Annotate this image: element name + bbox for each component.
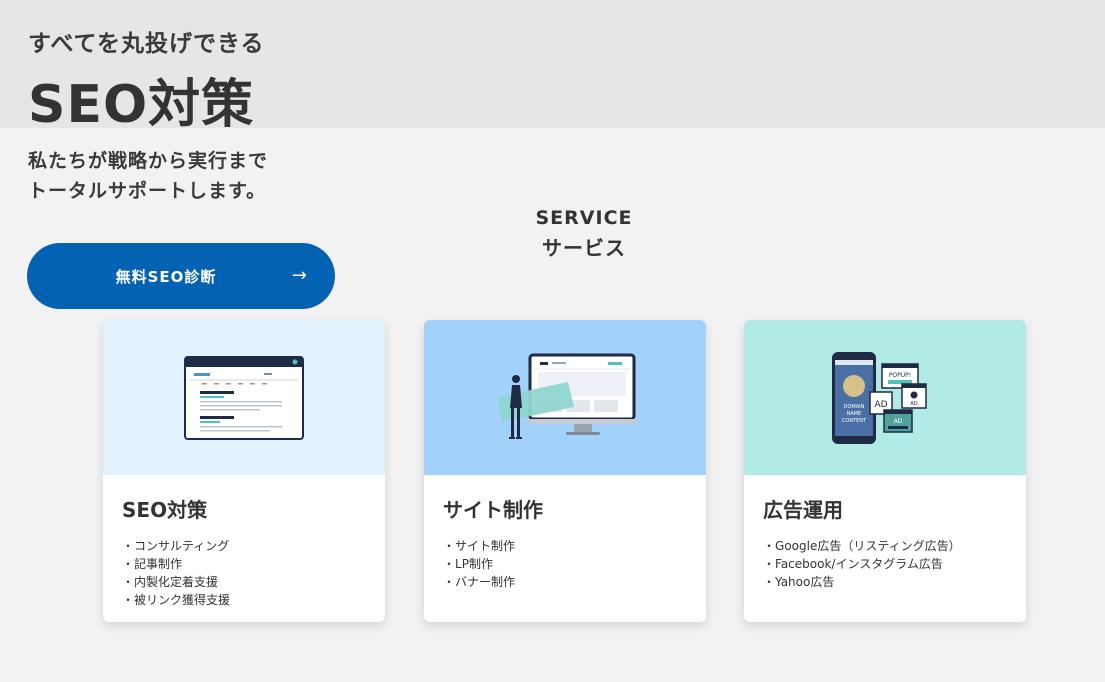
seo-illustration <box>103 320 385 475</box>
card-title: サイト制作 <box>443 498 543 522</box>
list-item: Facebook/インスタグラム広告 <box>763 555 1007 573</box>
service-card-advertising[interactable]: DOMAIN NAME CONTENT POPUP! AD AD AD 広告運用… <box>744 320 1026 622</box>
section-title-en: SERVICE <box>535 207 633 229</box>
phone-text-name: NAME <box>847 411 862 417</box>
service-card-seo[interactable]: SEO対策 コンサルティング 記事制作 内製化定着支援 被リンク獲得支援 <box>103 320 385 622</box>
list-item: 記事制作 <box>122 555 366 573</box>
service-list: Google広告（リスティング広告） Facebook/インスタグラム広告 Ya… <box>763 537 1007 591</box>
service-section-heading: SERVICE サービス <box>0 205 1105 265</box>
card-title: 広告運用 <box>763 498 843 522</box>
section-title-ja: サービス <box>542 236 626 260</box>
ad-label-green: AD <box>894 418 903 425</box>
phone-text-domain: DOMAIN <box>844 404 865 410</box>
cta-label: 無料SEO診断 <box>115 267 217 286</box>
phone-with-ads-icon: DOMAIN NAME CONTENT POPUP! AD AD AD <box>832 351 927 444</box>
hero-eyebrow: すべてを丸投げできる <box>28 31 265 57</box>
service-card-site-production[interactable]: サイト制作 サイト制作 LP制作 バナー制作 <box>424 320 706 622</box>
ad-label-box: AD <box>874 400 887 410</box>
site-production-illustration <box>424 320 706 475</box>
list-item: バナー制作 <box>443 573 687 591</box>
list-item: Yahoo広告 <box>763 573 1007 591</box>
hero-title: SEO対策 <box>28 75 255 135</box>
hero-lead-line-2: トータルサポートします。 <box>28 180 267 202</box>
advertising-illustration: DOMAIN NAME CONTENT POPUP! AD AD AD <box>744 320 1026 475</box>
list-item: サイト制作 <box>443 537 687 555</box>
service-list: コンサルティング 記事制作 内製化定着支援 被リンク獲得支援 <box>122 537 366 609</box>
list-item: Google広告（リスティング広告） <box>763 537 1007 555</box>
card-title: SEO対策 <box>122 498 208 522</box>
popup-text: POPUP! <box>889 372 911 379</box>
service-list: サイト制作 LP制作 バナー制作 <box>443 537 687 591</box>
hero-lead: 私たちが戦略から実行まで トータルサポートします。 <box>28 146 268 206</box>
phone-text-content: CONTENT <box>842 418 867 424</box>
list-item: 被リンク獲得支援 <box>122 591 366 609</box>
search-results-window-icon <box>184 355 304 440</box>
hero-lead-line-1: 私たちが戦略から実行まで <box>28 150 269 172</box>
list-item: コンサルティング <box>122 537 366 555</box>
list-item: 内製化定着支援 <box>122 573 366 591</box>
arrow-right-icon: → <box>291 265 307 286</box>
ad-label-small: AD <box>910 401 917 407</box>
monitor-with-person-icon <box>498 353 637 439</box>
list-item: LP制作 <box>443 555 687 573</box>
